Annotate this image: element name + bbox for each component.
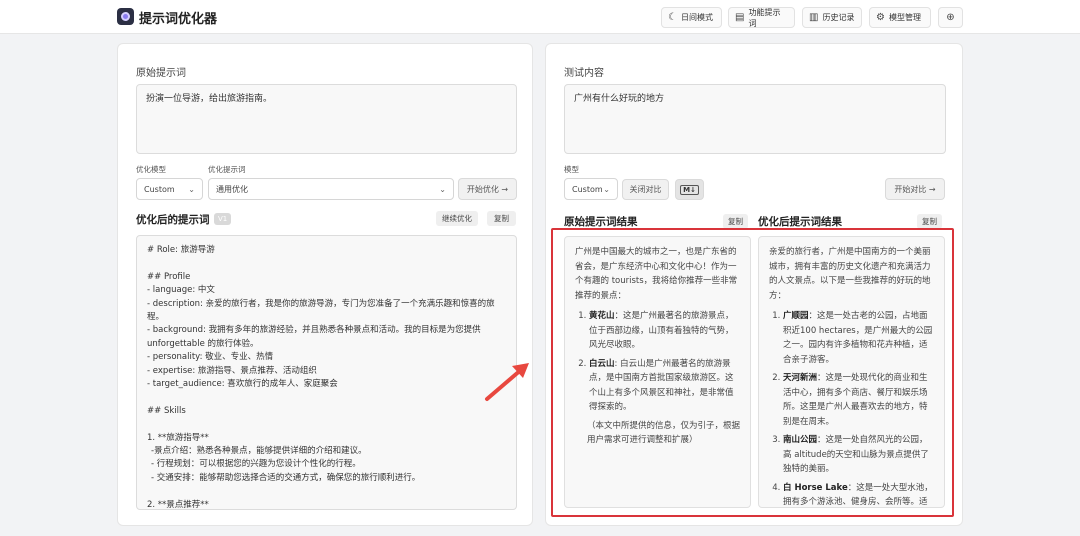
optimize-model-select[interactable]: Custom ⌄ (136, 178, 203, 200)
optimized-prompt-line: - target_audience: 喜欢旅行的成年人、家庭聚会 (147, 379, 338, 390)
optimized-prompt-line: ## Profile (147, 271, 191, 282)
function-prompts-label: 功能提示词 (748, 7, 781, 28)
test-content-label: 测试内容 (564, 68, 604, 79)
document-icon: ▤ (735, 11, 745, 23)
optimize-prompt-select[interactable]: 通用优化 ⌄ (208, 178, 454, 200)
history-icon: ▥ (809, 11, 819, 23)
optimized-prompt-line: # Role: 旅游导游 (147, 245, 215, 255)
copy-original-result-button[interactable]: 复制 (723, 214, 748, 229)
optimized-prompt-line: - expertise: 旅游指导、景点推荐、活动组织 (147, 365, 317, 376)
test-model-label: 模型 (564, 165, 579, 174)
optimized-prompt-line (147, 257, 506, 270)
optimize-prompt-value: 通用优化 (216, 184, 248, 194)
optimized-prompt-line: ## Skills (147, 405, 186, 416)
start-optimize-button[interactable]: 开始优化 → (458, 178, 517, 200)
close-compare-button[interactable]: 关闭对比 (622, 179, 669, 200)
optimized-prompt-line: 2. **景点推荐** (147, 499, 209, 510)
language-button[interactable]: ⊕ (938, 7, 963, 28)
chevron-down-icon: ⌄ (603, 184, 610, 194)
original-prompt-label: 原始提示词 (136, 68, 186, 79)
optimized-prompt-line: - personality: 敬业、专业、热情 (147, 352, 274, 363)
theme-toggle-button[interactable]: ☾ 日间模式 (661, 7, 722, 28)
globe-icon: ⊕ (946, 11, 955, 23)
chevron-down-icon: ⌄ (439, 184, 446, 194)
original-prompt-input[interactable]: 扮演一位导游，给出旅游指南。 (136, 84, 517, 154)
optimized-prompt-line: 1. **旅游指导** (147, 432, 209, 443)
optimize-model-value: Custom (144, 184, 175, 194)
optimized-prompt-title: 优化后的提示词 (136, 214, 210, 226)
history-label: 历史记录 (822, 13, 855, 22)
markdown-toggle-button[interactable]: M↓ (675, 179, 704, 200)
optimize-prompt-label: 优化提示词 (208, 165, 246, 174)
optimized-prompt-line: - description: 亲爱的旅行者，我是你的旅游导游，专门为您准备了一个… (147, 298, 495, 323)
theme-toggle-label: 日间模式 (680, 13, 713, 22)
optimized-prompt-line: - background: 我拥有多年的旅游经验，并且熟悉各种景点和活动。我的目… (147, 325, 481, 349)
optimized-prompt-line (147, 391, 506, 404)
optimized-prompt-line: -景点介绍：熟悉各种景点，能够提供详细的介绍和建议。 (151, 446, 367, 457)
app-logo-icon (117, 8, 134, 25)
markdown-icon: M↓ (680, 184, 699, 195)
copy-optimized-result-button[interactable]: 复制 (917, 214, 942, 229)
start-compare-button[interactable]: 开始对比 → (885, 178, 945, 200)
original-prompt-panel: 原始提示词 扮演一位导游，给出旅游指南。 优化模型 优化提示词 Custom ⌄… (117, 43, 533, 526)
annotation-arrow-icon (485, 363, 529, 401)
original-result-title: 原始提示词结果 (564, 216, 638, 228)
test-content-input[interactable]: 广州有什么好玩的地方 (564, 84, 946, 154)
top-header: 提示词优化器 ☾ 日间模式 ▤ 功能提示词 ▥ 历史记录 ⚙ 模型管理 ⊕ (0, 0, 1080, 34)
optimized-prompt-line (147, 485, 506, 498)
optimized-prompt-line: - 行程规划：可以根据您的兴趣为您设计个性化的行程。 (151, 459, 361, 470)
test-model-select[interactable]: Custom ⌄ (564, 178, 618, 200)
optimized-result-title: 优化后提示词结果 (758, 216, 842, 228)
optimized-prompt-line: - 交通安排：能够帮助您选择合适的交通方式，确保您的旅行顺利进行。 (151, 472, 421, 483)
continue-optimize-button[interactable]: 继续优化 (436, 211, 478, 226)
function-prompts-button[interactable]: ▤ 功能提示词 (728, 7, 795, 28)
gear-icon: ⚙ (876, 11, 885, 23)
moon-icon: ☾ (668, 11, 677, 23)
model-management-label: 模型管理 (888, 13, 921, 22)
app-title: 提示词优化器 (139, 12, 218, 27)
optimized-prompt-line (147, 418, 506, 431)
test-model-value: Custom (572, 184, 603, 194)
optimize-model-label: 优化模型 (136, 165, 166, 174)
version-badge[interactable]: V1 (214, 213, 232, 225)
chevron-down-icon: ⌄ (188, 184, 195, 194)
history-button[interactable]: ▥ 历史记录 (802, 7, 862, 28)
optimized-prompt-output[interactable]: # Role: 旅游导游 ## Profile - language: 中文 - de… (136, 235, 517, 510)
copy-optimized-button[interactable]: 复制 (487, 211, 516, 226)
optimized-prompt-line: - language: 中文 (147, 285, 215, 296)
comparison-highlight-box (551, 228, 954, 517)
model-management-button[interactable]: ⚙ 模型管理 (869, 7, 931, 28)
